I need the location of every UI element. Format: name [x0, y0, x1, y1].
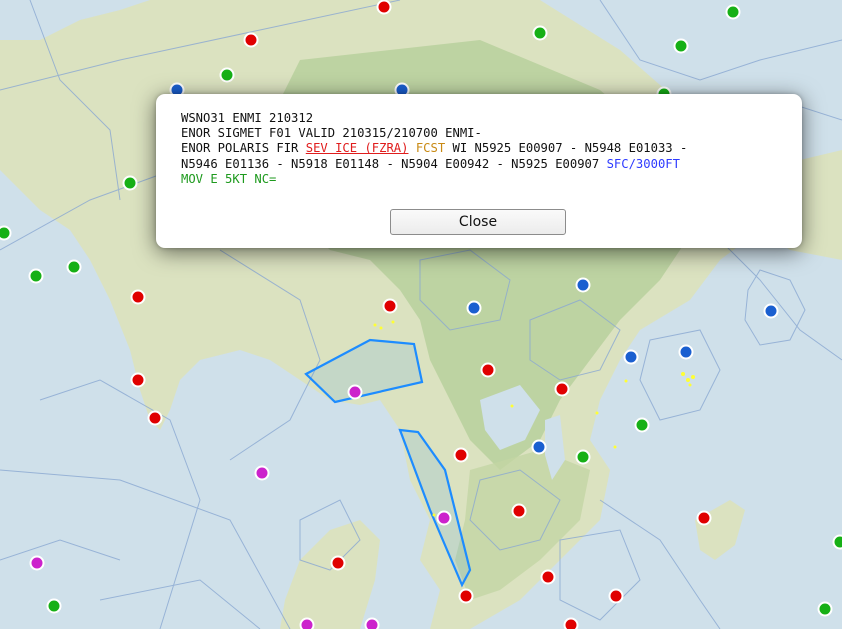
close-button[interactable]: Close: [390, 209, 566, 235]
station-marker-red[interactable]: [130, 372, 146, 388]
station-marker-green[interactable]: [28, 268, 44, 284]
station-marker-red[interactable]: [563, 617, 579, 629]
station-marker-red[interactable]: [480, 362, 496, 378]
station-marker-magenta[interactable]: [364, 617, 380, 629]
station-marker-magenta[interactable]: [347, 384, 363, 400]
sigmet-hazard: SEV ICE (FZRA): [305, 141, 409, 156]
station-marker-green[interactable]: [219, 67, 235, 83]
station-marker-blue[interactable]: [763, 303, 779, 319]
station-marker-magenta[interactable]: [299, 617, 315, 629]
station-marker-green[interactable]: [66, 259, 82, 275]
sigmet-altitude: SFC/3000FT: [606, 156, 680, 171]
sigmet-header-line: WSNO31 ENMI 210312: [181, 111, 314, 125]
station-marker-red[interactable]: [330, 555, 346, 571]
sigmet-forecast-flag: FCST: [408, 141, 446, 156]
station-marker-red[interactable]: [147, 410, 163, 426]
station-marker-green[interactable]: [817, 601, 833, 617]
station-marker-red[interactable]: [453, 447, 469, 463]
sigmet-area-coords: WI N5925 E00907 - N5948 E01033 -: [445, 141, 688, 156]
station-marker-magenta[interactable]: [254, 465, 270, 481]
station-marker-blue[interactable]: [678, 344, 694, 360]
sigmet-validity-line: ENOR SIGMET F01 VALID 210315/210700 ENMI…: [181, 126, 482, 141]
station-marker-red[interactable]: [376, 0, 392, 15]
sigmet-text: WSNO31 ENMI 210312 ENOR SIGMET F01 VALID…: [181, 111, 802, 187]
station-marker-green[interactable]: [122, 175, 138, 191]
station-marker-green[interactable]: [575, 449, 591, 465]
station-marker-red[interactable]: [382, 298, 398, 314]
station-marker-red[interactable]: [130, 289, 146, 305]
station-marker-blue[interactable]: [466, 300, 482, 316]
station-marker-red[interactable]: [511, 503, 527, 519]
station-marker-green[interactable]: [0, 225, 12, 241]
station-marker-green[interactable]: [634, 417, 650, 433]
sigmet-area-coords-cont: N5946 E01136 - N5918 E01148 - N5904 E009…: [181, 156, 607, 171]
station-marker-red[interactable]: [243, 32, 259, 48]
sigmet-fir-label: ENOR POLARIS FIR: [181, 141, 306, 156]
station-marker-green[interactable]: [832, 534, 842, 550]
station-marker-green[interactable]: [46, 598, 62, 614]
station-marker-green[interactable]: [532, 25, 548, 41]
station-marker-magenta[interactable]: [29, 555, 45, 571]
station-marker-red[interactable]: [540, 569, 556, 585]
station-marker-green[interactable]: [673, 38, 689, 54]
station-marker-red[interactable]: [458, 588, 474, 604]
station-marker-green[interactable]: [725, 4, 741, 20]
station-marker-magenta[interactable]: [436, 510, 452, 526]
station-marker-blue[interactable]: [575, 277, 591, 293]
station-marker-red[interactable]: [554, 381, 570, 397]
sigmet-popup: WSNO31 ENMI 210312 ENOR SIGMET F01 VALID…: [156, 94, 802, 248]
station-marker-blue[interactable]: [623, 349, 639, 365]
station-marker-red[interactable]: [608, 588, 624, 604]
sigmet-movement: MOV E 5KT NC=: [181, 171, 277, 186]
station-marker-red[interactable]: [696, 510, 712, 526]
station-marker-blue[interactable]: [531, 439, 547, 455]
